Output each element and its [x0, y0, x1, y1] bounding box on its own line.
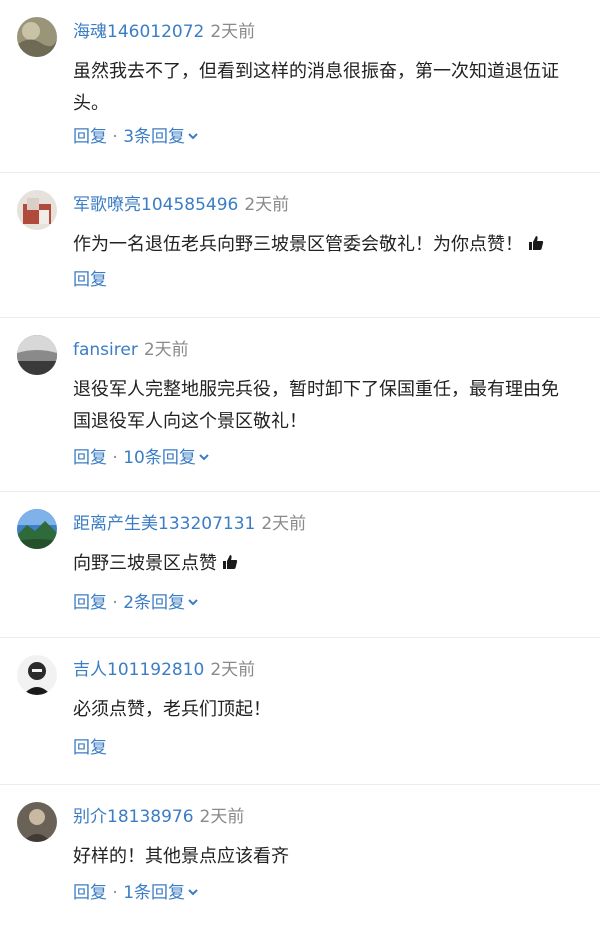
replies-count: 3条回复: [123, 127, 186, 147]
chevron-down-icon: [188, 889, 198, 896]
username[interactable]: 海魂146012072: [73, 22, 204, 42]
reply-button[interactable]: 回复: [73, 738, 107, 758]
comment-actions: 回复 · 10条回复: [73, 446, 210, 470]
timestamp: 2天前: [210, 22, 256, 42]
view-replies-button[interactable]: 1条回复: [123, 883, 199, 903]
avatar[interactable]: [17, 509, 57, 549]
comment-meta: 吉人101192810 2天前: [73, 658, 255, 682]
reply-button[interactable]: 回复: [73, 448, 107, 468]
reply-button[interactable]: 回复: [73, 883, 107, 903]
comment-actions: 回复: [73, 268, 107, 292]
comment-item: 海魂146012072 2天前 虽然我去不了，但看到这样的消息很振奋，第一次知道退…: [0, 0, 600, 173]
thumbs-up-icon: [223, 555, 238, 569]
comment-actions: 回复 · 2条回复: [73, 591, 199, 615]
timestamp: 2天前: [244, 195, 290, 215]
username[interactable]: 军歌嘹亮104585496: [73, 195, 238, 215]
comment-item: fansirer 2天前 退役军人完整地服完兵役，暂时卸下了保国重任，最有理由免 …: [0, 318, 600, 492]
avatar[interactable]: [17, 190, 57, 230]
view-replies-button[interactable]: 2条回复: [123, 593, 199, 613]
view-replies-button[interactable]: 3条回复: [123, 127, 199, 147]
replies-count: 10条回复: [123, 448, 196, 468]
comment-text-line: 向野三坡景区点赞: [73, 548, 600, 580]
comment-item: 军歌嘹亮104585496 2天前 作为一名退伍老兵向野三坡景区管委会敬礼！为你点…: [0, 173, 600, 318]
comment-meta: fansirer 2天前: [73, 338, 189, 362]
comment-text: 作为一名退伍老兵向野三坡景区管委会敬礼！为你点赞！: [73, 229, 600, 261]
comment-actions: 回复 · 3条回复: [73, 125, 199, 149]
avatar-image: [17, 509, 57, 549]
comment-text-line: 作为一名退伍老兵向野三坡景区管委会敬礼！为你点赞！: [73, 229, 600, 261]
comment-meta: 别介18138976 2天前: [73, 805, 244, 829]
avatar[interactable]: [17, 335, 57, 375]
chevron-down-icon: [188, 133, 198, 140]
comment-text-line: 头。: [73, 93, 109, 114]
comment-item: 别介18138976 2天前 好样的！其他景点应该看齐 回复 · 1条回复: [0, 785, 600, 932]
username[interactable]: 距离产生美133207131: [73, 514, 255, 534]
comment-text-line: 虽然我去不了，但看到这样的消息很振奋，第一次知道退伍证: [73, 61, 559, 82]
username[interactable]: 吉人101192810: [73, 660, 204, 680]
avatar-image: [17, 190, 57, 230]
username[interactable]: 别介18138976: [73, 807, 194, 827]
comment-actions: 回复: [73, 736, 107, 760]
reply-button[interactable]: 回复: [73, 270, 107, 290]
comment-actions: 回复 · 1条回复: [73, 881, 199, 905]
timestamp: 2天前: [199, 807, 245, 827]
timestamp: 2天前: [143, 340, 189, 360]
replies-count: 1条回复: [123, 883, 186, 903]
comment-meta: 距离产生美133207131 2天前: [73, 512, 306, 536]
avatar[interactable]: [17, 655, 57, 695]
comment-text: 向野三坡景区点赞: [73, 548, 600, 580]
comment-list: 海魂146012072 2天前 虽然我去不了，但看到这样的消息很振奋，第一次知道退…: [0, 0, 600, 932]
avatar-image: [17, 17, 57, 57]
comment-text-line: 必须点赞，老兵们顶起！: [73, 699, 271, 720]
reply-button[interactable]: 回复: [73, 593, 107, 613]
comment-meta: 军歌嘹亮104585496 2天前: [73, 193, 289, 217]
comment-text-line: 好样的！其他景点应该看齐: [73, 846, 289, 867]
separator: ·: [112, 448, 118, 468]
chevron-down-icon: [199, 454, 209, 461]
timestamp: 2天前: [210, 660, 256, 680]
comment-item: 距离产生美133207131 2天前 向野三坡景区点赞 回复 · 2条回复: [0, 492, 600, 638]
replies-count: 2条回复: [123, 593, 186, 613]
comment-text-line: 退役军人完整地服完兵役，暂时卸下了保国重任，最有理由免: [73, 379, 559, 400]
thumbs-up-icon: [529, 236, 544, 250]
comment-text: 好样的！其他景点应该看齐: [73, 841, 600, 873]
avatar[interactable]: [17, 17, 57, 57]
view-replies-button[interactable]: 10条回复: [123, 448, 210, 468]
reply-button[interactable]: 回复: [73, 127, 107, 147]
avatar[interactable]: [17, 802, 57, 842]
comment-text: 虽然我去不了，但看到这样的消息很振奋，第一次知道退伍证 头。: [73, 56, 600, 120]
comment-text: 必须点赞，老兵们顶起！: [73, 694, 600, 726]
separator: ·: [112, 883, 118, 903]
avatar-image: [17, 335, 57, 375]
timestamp: 2天前: [261, 514, 307, 534]
separator: ·: [112, 127, 118, 147]
username[interactable]: fansirer: [73, 340, 138, 360]
comment-text-line: 国退役军人向这个景区敬礼！: [73, 411, 307, 432]
comment-text: 退役军人完整地服完兵役，暂时卸下了保国重任，最有理由免 国退役军人向这个景区敬礼…: [73, 374, 600, 438]
comment-text-content: 向野三坡景区点赞: [73, 553, 217, 574]
comment-text-content: 作为一名退伍老兵向野三坡景区管委会敬礼！为你点赞！: [73, 234, 523, 255]
chevron-down-icon: [188, 599, 198, 606]
comment-meta: 海魂146012072 2天前: [73, 20, 255, 44]
comment-item: 吉人101192810 2天前 必须点赞，老兵们顶起！ 回复: [0, 638, 600, 785]
avatar-image: [17, 802, 57, 842]
separator: ·: [112, 593, 118, 613]
avatar-image: [17, 655, 57, 695]
